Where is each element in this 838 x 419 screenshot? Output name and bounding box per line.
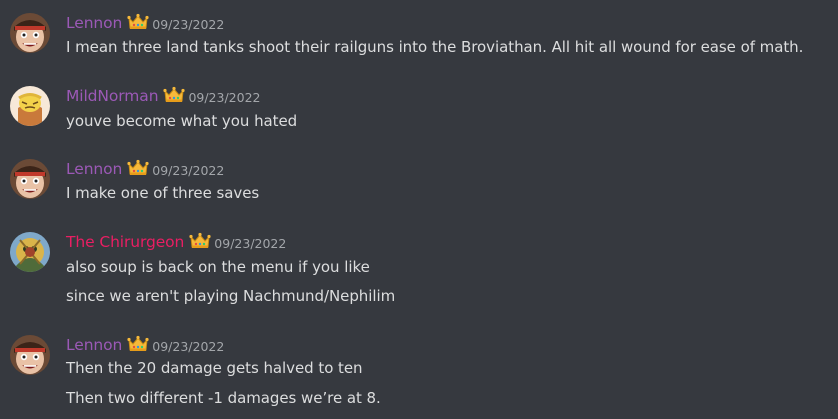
message-text: I mean three land tanks shoot their rail… xyxy=(66,38,804,56)
avatar-lennon[interactable] xyxy=(10,335,50,375)
message-text: also soup is back on the menu if you lik… xyxy=(66,258,370,276)
message-header: MildNorman 09/23/2022 xyxy=(66,85,260,107)
crown-icon xyxy=(127,335,149,353)
chat-messages: Lennon 09/23/2022 I mean three land tank… xyxy=(0,0,838,419)
message-text: youve become what you hated xyxy=(66,112,298,130)
username[interactable]: The Chirurgeon xyxy=(66,233,184,251)
crown-icon xyxy=(189,232,211,250)
message-text: Then the 20 damage gets halved to ten xyxy=(66,359,363,377)
avatar-mildnorman[interactable] xyxy=(10,86,50,126)
message-header: Lennon 09/23/2022 xyxy=(66,12,224,34)
message-text: since we aren't playing Nachmund/Nephili… xyxy=(66,287,396,305)
crown-icon xyxy=(127,13,149,31)
username[interactable]: Lennon xyxy=(66,160,122,178)
timestamp: 09/23/2022 xyxy=(152,162,225,178)
timestamp: 09/23/2022 xyxy=(152,338,225,354)
avatar-lennon[interactable] xyxy=(10,159,50,199)
timestamp: 09/23/2022 xyxy=(214,235,287,251)
timestamp: 09/23/2022 xyxy=(152,16,225,32)
crown-icon xyxy=(163,86,185,104)
username[interactable]: Lennon xyxy=(66,14,122,32)
timestamp: 09/23/2022 xyxy=(188,89,261,105)
message-header: The Chirurgeon 09/23/2022 xyxy=(66,231,286,253)
message-header: Lennon 09/23/2022 xyxy=(66,158,224,180)
avatar-the-chirurgeon[interactable] xyxy=(10,232,50,272)
message-header: Lennon 09/23/2022 xyxy=(66,334,224,356)
message-text: Then two different -1 damages we’re at 8… xyxy=(66,389,381,407)
crown-icon xyxy=(127,159,149,177)
username[interactable]: MildNorman xyxy=(66,87,159,105)
message-text: I make one of three saves xyxy=(66,184,260,202)
username[interactable]: Lennon xyxy=(66,336,122,354)
avatar-lennon[interactable] xyxy=(10,13,50,53)
